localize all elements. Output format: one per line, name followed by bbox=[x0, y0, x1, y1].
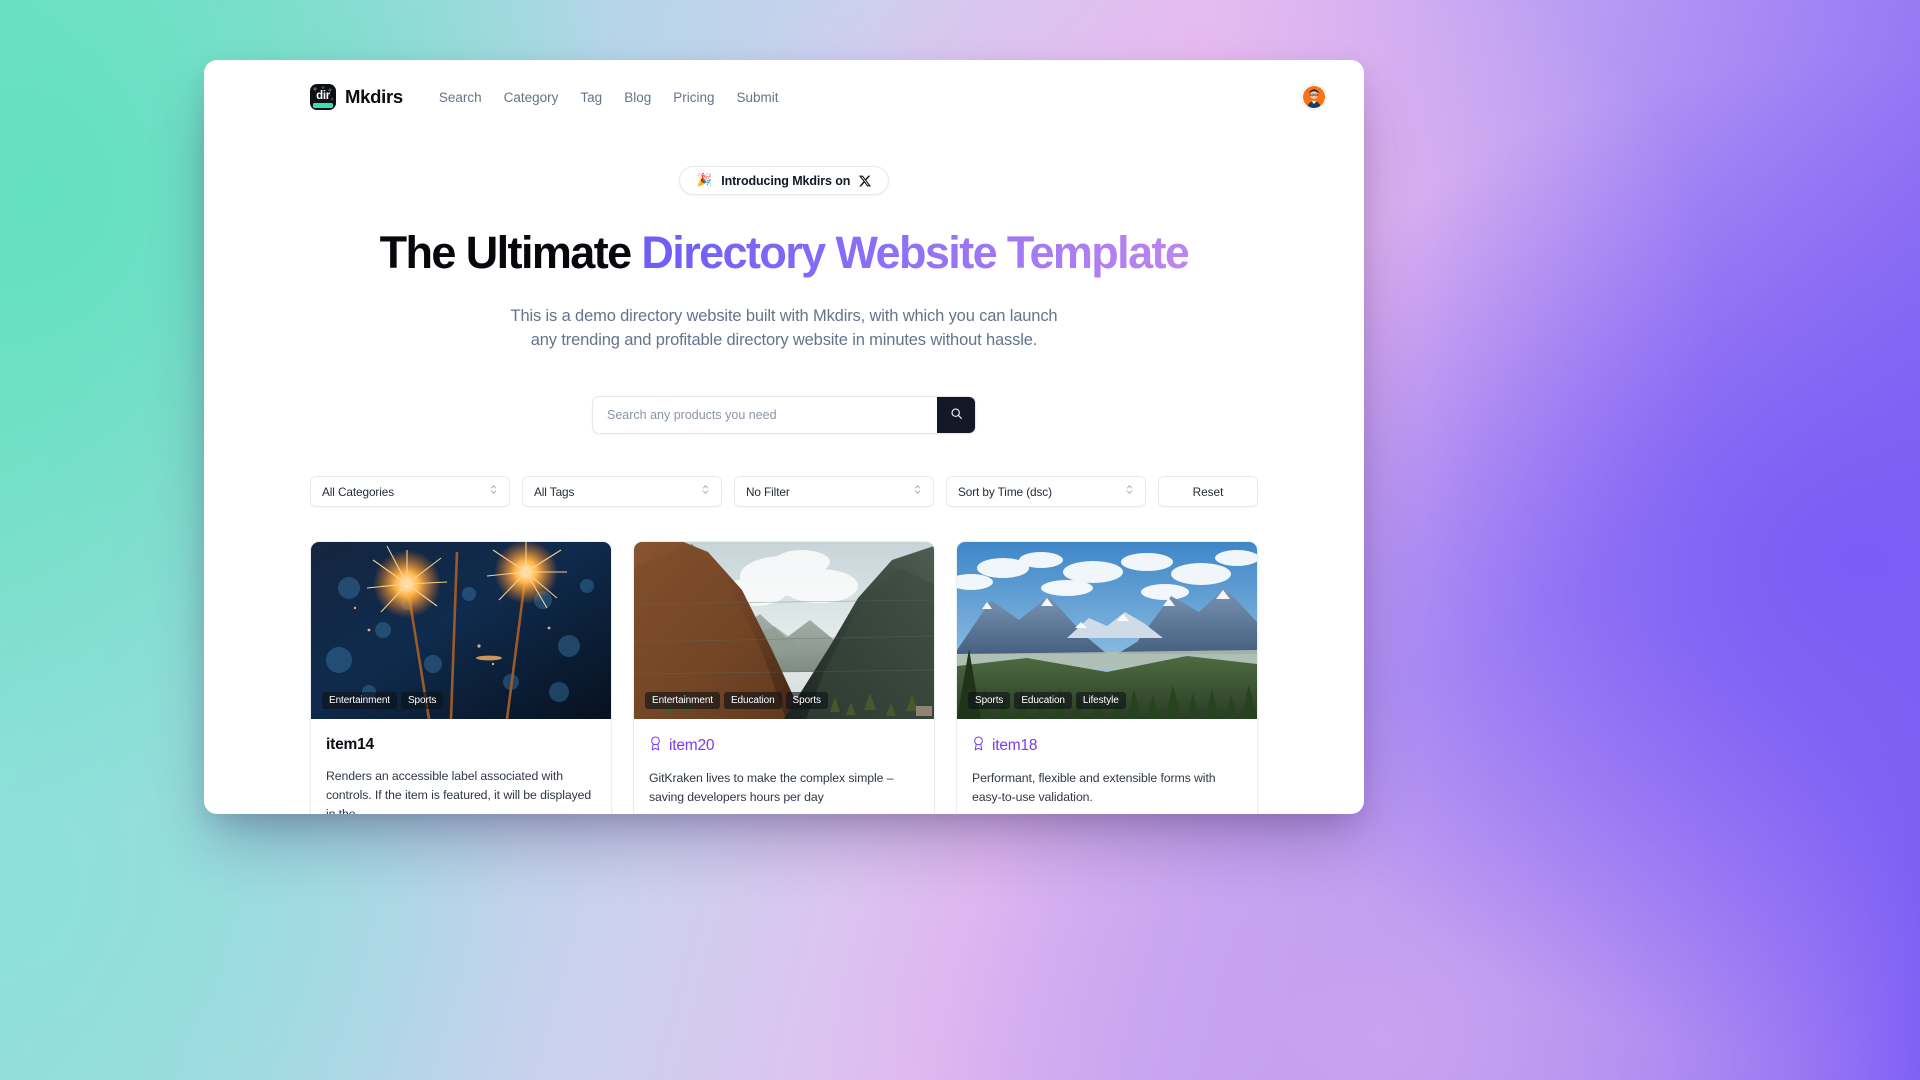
logo-teal-bar bbox=[313, 103, 333, 108]
filter-select-tags[interactable]: All Tags bbox=[522, 476, 722, 508]
filter-select-filter[interactable]: No Filter bbox=[734, 476, 934, 508]
category-chip[interactable]: Entertainment bbox=[322, 692, 397, 710]
card-description: Renders an accessible label associated w… bbox=[326, 769, 592, 814]
card-description: Performant, flexible and extensible form… bbox=[972, 771, 1216, 805]
hero-subtitle: This is a demo directory website built w… bbox=[510, 306, 1058, 349]
nav-item-category[interactable]: Category bbox=[504, 90, 559, 105]
nav-item-pricing[interactable]: Pricing bbox=[673, 90, 714, 105]
category-chip[interactable]: Education bbox=[723, 692, 782, 710]
search-bar bbox=[592, 396, 976, 435]
page-title: The Ultimate Directory Website Template bbox=[204, 227, 1364, 278]
card-image-sparklers: Entertainment Sports bbox=[311, 542, 611, 720]
category-chip[interactable]: Lifestyle bbox=[1075, 692, 1126, 710]
headline-accent: Directory Website Template bbox=[641, 227, 1190, 278]
card-description: GitKraken lives to make the complex simp… bbox=[649, 771, 894, 805]
filter-bar: All Categories All Tags No Filter Sort b… bbox=[204, 476, 1364, 508]
card-title: item14 bbox=[326, 736, 374, 754]
card-category-chips: Entertainment Education Sports bbox=[645, 692, 828, 710]
headline-plain: The Ultimate bbox=[379, 227, 642, 278]
result-card[interactable]: Entertainment Sports item14 Renders an a… bbox=[310, 541, 612, 814]
chevron-updown-icon bbox=[1125, 483, 1134, 501]
card-title: item18 bbox=[992, 737, 1038, 755]
reset-button[interactable]: Reset bbox=[1158, 476, 1258, 508]
user-avatar[interactable] bbox=[1302, 85, 1326, 109]
card-title-row: item18 bbox=[972, 736, 1242, 756]
card-title: item20 bbox=[669, 737, 715, 755]
filter-filter-label: No Filter bbox=[746, 484, 790, 499]
party-popper-icon: 🎉 bbox=[696, 173, 713, 188]
x-twitter-icon bbox=[859, 175, 872, 187]
chevron-updown-icon bbox=[701, 483, 710, 501]
nav-item-tag[interactable]: Tag bbox=[580, 90, 602, 105]
result-card[interactable]: Entertainment Education Sports item20 Gi… bbox=[633, 541, 935, 814]
category-chip[interactable]: Sports bbox=[968, 692, 1011, 710]
search-input[interactable] bbox=[593, 397, 937, 434]
card-image-alpine-valley: Sports Education Lifestyle bbox=[957, 542, 1257, 720]
filter-select-sort[interactable]: Sort by Time (dsc) bbox=[946, 476, 1146, 508]
nav-item-submit[interactable]: Submit bbox=[736, 90, 778, 105]
card-body: item14 Renders an accessible label assoc… bbox=[311, 719, 611, 814]
card-body: item20 GitKraken lives to make the compl… bbox=[634, 719, 934, 814]
announcement-badge-label: Introducing Mkdirs on bbox=[721, 173, 851, 188]
site-header: dir Mkdirs Search Category Tag Blog Pric… bbox=[204, 60, 1364, 134]
sponsor-award-icon bbox=[972, 736, 985, 756]
brand-name: Mkdirs bbox=[345, 86, 403, 107]
brand-logo[interactable]: dir Mkdirs bbox=[310, 84, 403, 110]
category-chip[interactable]: Sports bbox=[400, 692, 444, 710]
category-chip[interactable]: Sports bbox=[785, 692, 828, 710]
chevron-updown-icon bbox=[489, 483, 498, 501]
logo-dir-text: dir bbox=[316, 89, 330, 102]
card-body: item18 Performant, flexible and extensib… bbox=[957, 719, 1257, 814]
category-chip[interactable]: Entertainment bbox=[645, 692, 720, 710]
card-category-chips: Entertainment Sports bbox=[322, 692, 444, 710]
result-card[interactable]: Sports Education Lifestyle item18 Perfor… bbox=[956, 541, 1258, 814]
nav-item-blog[interactable]: Blog bbox=[624, 90, 651, 105]
card-title-row: item20 bbox=[649, 736, 919, 756]
category-chip[interactable]: Education bbox=[1014, 692, 1072, 710]
filter-categories-label: All Categories bbox=[322, 484, 395, 499]
results-grid: Entertainment Sports item14 Renders an a… bbox=[204, 541, 1364, 814]
main-nav: Search Category Tag Blog Pricing Submit bbox=[439, 90, 779, 105]
filter-tags-label: All Tags bbox=[534, 484, 575, 499]
announcement-badge[interactable]: 🎉 Introducing Mkdirs on bbox=[678, 166, 890, 195]
mkdirs-logo-icon: dir bbox=[310, 84, 336, 110]
card-category-chips: Sports Education Lifestyle bbox=[968, 692, 1126, 710]
filter-sort-label: Sort by Time (dsc) bbox=[958, 484, 1052, 499]
sponsor-award-icon bbox=[649, 736, 662, 756]
filter-select-categories[interactable]: All Categories bbox=[310, 476, 510, 508]
hero-section: 🎉 Introducing Mkdirs on The Ultimate Dir… bbox=[204, 134, 1364, 435]
chevron-updown-icon bbox=[913, 483, 922, 501]
card-title-row: item14 bbox=[326, 736, 596, 754]
browser-window: dir Mkdirs Search Category Tag Blog Pric… bbox=[204, 60, 1364, 814]
search-icon bbox=[950, 407, 963, 423]
nav-item-search[interactable]: Search bbox=[439, 90, 482, 105]
search-button[interactable] bbox=[937, 397, 975, 434]
card-image-canyon: Entertainment Education Sports bbox=[634, 542, 934, 720]
